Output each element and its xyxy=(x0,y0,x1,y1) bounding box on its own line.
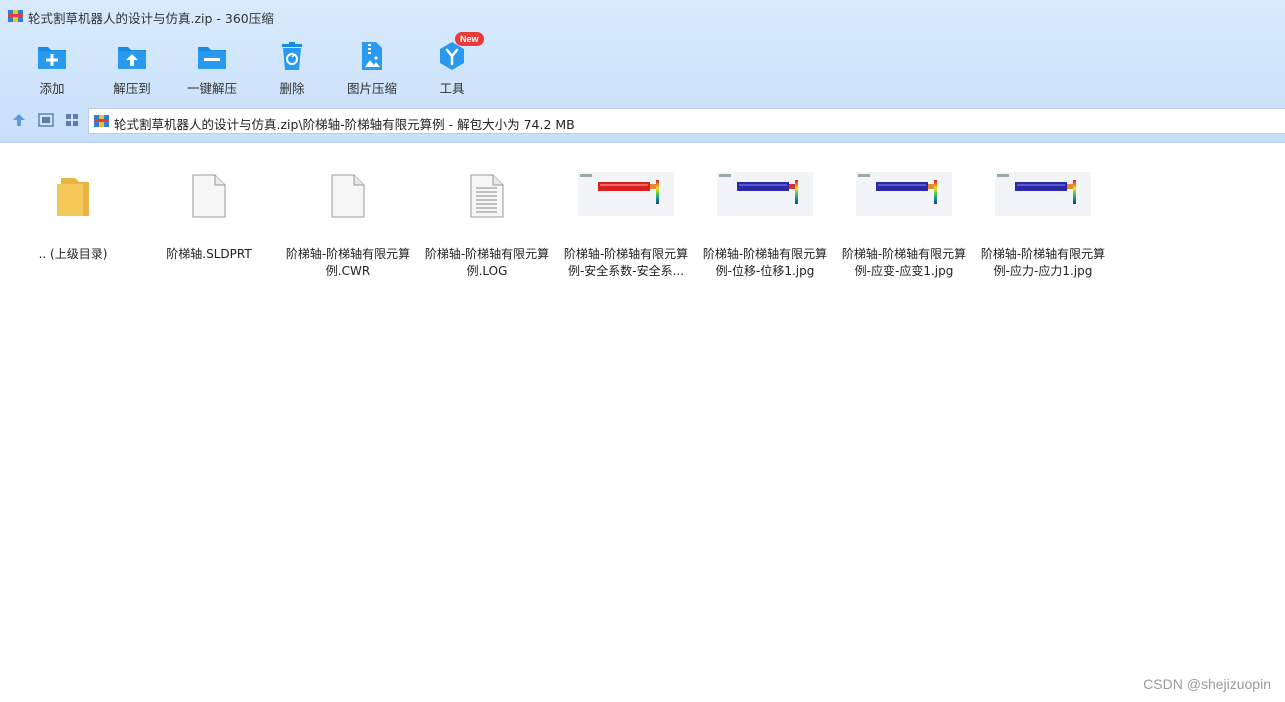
text-file-icon xyxy=(470,174,504,218)
top-chrome: 轮式割草机器人的设计与仿真.zip - 360压缩 添加 解压到 一键解压 删除… xyxy=(0,0,1285,143)
file-item-safety-factor-image[interactable]: 阶梯轴-阶梯轴有限元算例-安全系数-安全系... xyxy=(561,166,691,286)
up-arrow-icon[interactable] xyxy=(10,111,28,129)
file-icon-wrap xyxy=(839,172,969,222)
extract-to-icon xyxy=(118,47,146,69)
delete-button[interactable]: 删除 xyxy=(252,34,332,98)
image-compress-icon xyxy=(362,42,382,70)
file-name: 阶梯轴-阶梯轴有限元算例.CWR xyxy=(285,247,411,278)
file-icon-wrap xyxy=(283,172,413,222)
list-view-icon[interactable] xyxy=(37,111,55,129)
file-icon-wrap xyxy=(700,172,830,222)
image-thumbnail-strain xyxy=(856,172,952,216)
address-bar[interactable]: 轮式割草机器人的设计与仿真.zip\阶梯轴-阶梯轴有限元算例 - 解包大小为 7… xyxy=(88,108,1285,134)
watermark: CSDN @shejizuopin xyxy=(1143,676,1271,692)
file-item-sldprt[interactable]: 阶梯轴.SLDPRT xyxy=(144,166,274,286)
title-bar: 轮式割草机器人的设计与仿真.zip - 360压缩 xyxy=(0,0,1285,32)
extract-to-label: 解压到 xyxy=(113,81,151,96)
file-name: 阶梯轴.SLDPRT xyxy=(166,247,252,261)
file-item-parent-dir[interactable]: .. (上级目录) xyxy=(8,166,138,286)
file-list: .. (上级目录) 阶梯轴.SLDPRT 阶梯轴-阶梯轴有限元算例.CWR 阶梯… xyxy=(0,144,1285,702)
file-name: 阶梯轴-阶梯轴有限元算例.LOG xyxy=(424,247,550,278)
archive-app-icon xyxy=(8,10,23,22)
file-name: 阶梯轴-阶梯轴有限元算例-应变-应变1.jpg xyxy=(841,247,967,278)
toolbar: 添加 解压到 一键解压 删除 图片压缩 New 工具 xyxy=(0,32,1285,100)
image-thumbnail-displacement xyxy=(717,172,813,216)
one-click-extract-icon xyxy=(198,47,226,69)
tools-label: 工具 xyxy=(439,81,465,96)
image-thumbnail-safety-factor xyxy=(578,172,674,216)
extract-to-button[interactable]: 解压到 xyxy=(92,34,172,98)
add-icon xyxy=(38,47,66,69)
thumbnail-view-icon[interactable] xyxy=(63,111,81,129)
file-icon-wrap xyxy=(422,172,552,222)
file-icon-wrap xyxy=(8,172,138,222)
delete-label: 删除 xyxy=(279,81,305,96)
file-item-displacement-image[interactable]: 阶梯轴-阶梯轴有限元算例-位移-位移1.jpg xyxy=(700,166,830,286)
file-item-stress-image[interactable]: 阶梯轴-阶梯轴有限元算例-应力-应力1.jpg xyxy=(978,166,1108,286)
tools-button[interactable]: New 工具 xyxy=(412,32,492,98)
file-icon-wrap xyxy=(144,172,274,222)
file-icon-wrap xyxy=(978,172,1108,222)
add-button-label: 添加 xyxy=(39,81,65,96)
blank-file-icon xyxy=(192,174,226,218)
file-name: 阶梯轴-阶梯轴有限元算例-位移-位移1.jpg xyxy=(702,247,828,278)
file-name: 阶梯轴-阶梯轴有限元算例-应力-应力1.jpg xyxy=(980,247,1106,278)
one-click-extract-button[interactable]: 一键解压 xyxy=(172,34,252,98)
one-click-extract-label: 一键解压 xyxy=(186,81,237,96)
blank-file-icon xyxy=(331,174,365,218)
window-title: 轮式割草机器人的设计与仿真.zip - 360压缩 xyxy=(28,11,274,26)
file-name: 阶梯轴-阶梯轴有限元算例-安全系数-安全系... xyxy=(563,247,689,278)
image-compress-button[interactable]: 图片压缩 xyxy=(332,34,412,98)
file-name: .. (上级目录) xyxy=(38,247,108,261)
new-badge: New xyxy=(455,32,484,46)
file-icon-wrap xyxy=(561,172,691,222)
delete-icon xyxy=(282,42,302,70)
file-item-log[interactable]: 阶梯轴-阶梯轴有限元算例.LOG xyxy=(422,166,552,286)
image-compress-label: 图片压缩 xyxy=(346,81,397,96)
image-thumbnail-stress xyxy=(995,172,1091,216)
file-item-cwr[interactable]: 阶梯轴-阶梯轴有限元算例.CWR xyxy=(283,166,413,286)
folder-icon xyxy=(57,178,89,216)
archive-path-icon xyxy=(94,115,109,127)
add-button[interactable]: 添加 xyxy=(12,34,92,98)
navigation-row: 轮式割草机器人的设计与仿真.zip\阶梯轴-阶梯轴有限元算例 - 解包大小为 7… xyxy=(0,106,1285,136)
path-text: 轮式割草机器人的设计与仿真.zip\阶梯轴-阶梯轴有限元算例 - 解包大小为 7… xyxy=(114,117,575,132)
file-item-strain-image[interactable]: 阶梯轴-阶梯轴有限元算例-应变-应变1.jpg xyxy=(839,166,969,286)
